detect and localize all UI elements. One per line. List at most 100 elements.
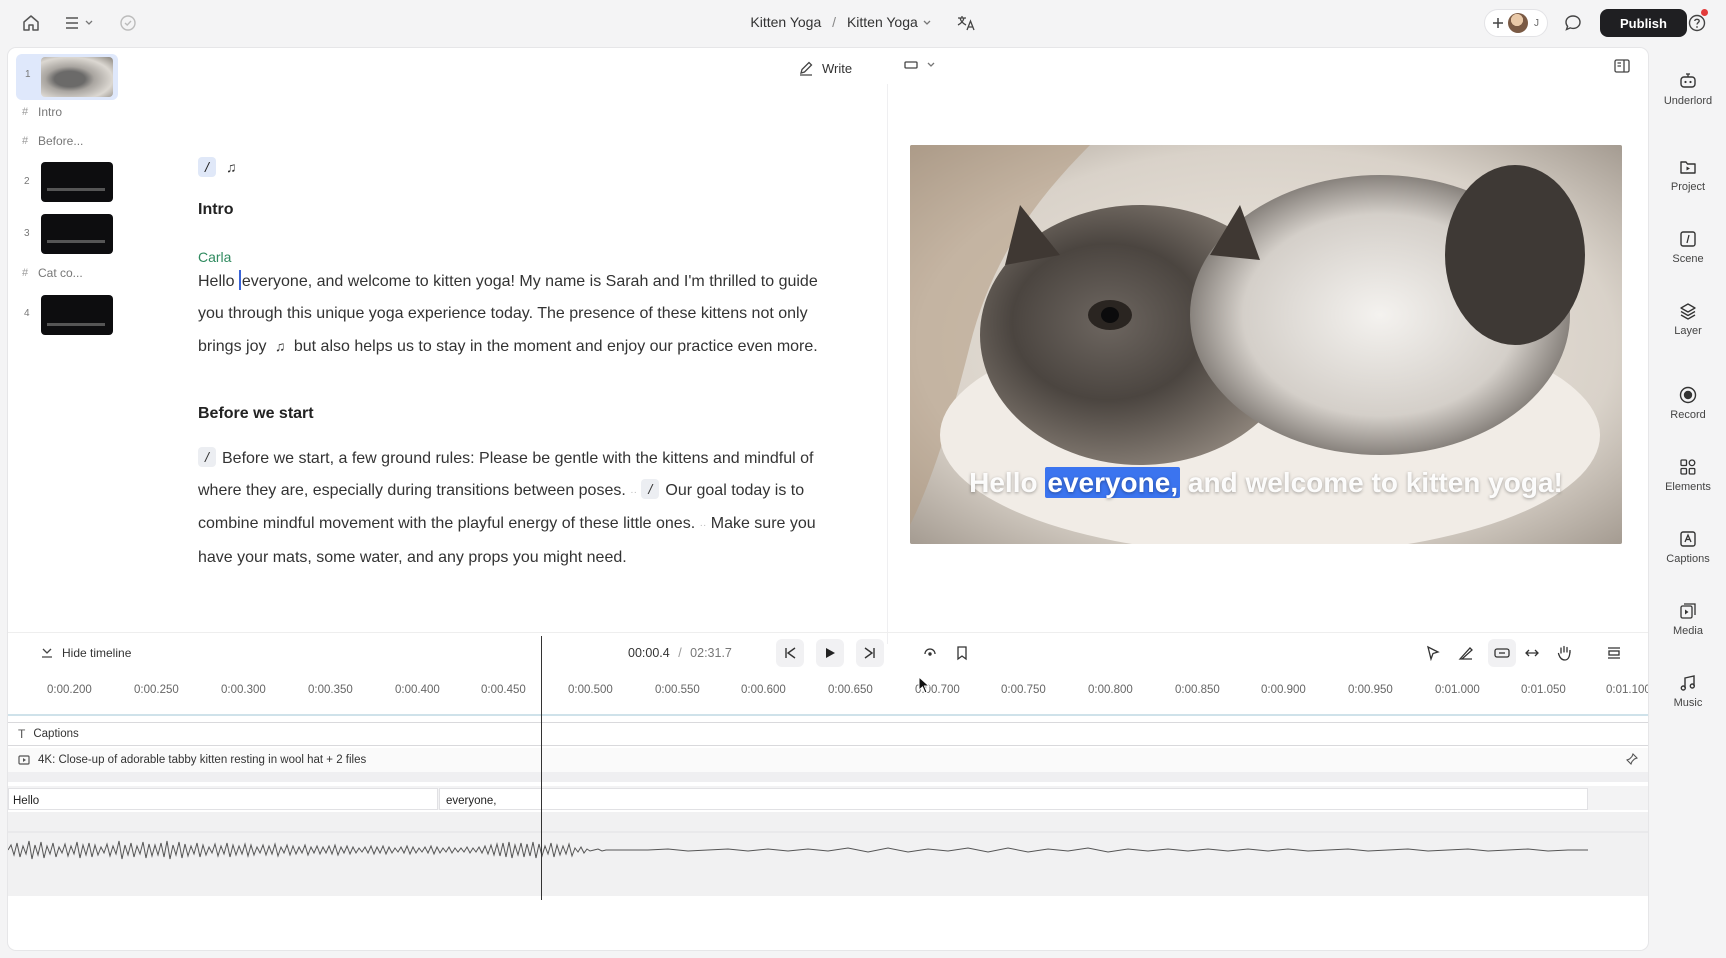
captions-track[interactable]: T Captions [8, 722, 1648, 746]
caption-active-word: everyone, [1045, 467, 1181, 498]
caption-text: and welcome to kitten yoga! [1180, 467, 1563, 498]
pin-icon[interactable] [1626, 753, 1638, 765]
skip-forward-icon[interactable] [856, 639, 884, 667]
captions-track-label: Captions [33, 728, 79, 740]
scene-heading-intro[interactable]: Intro [38, 105, 62, 119]
sidebar-item-label: Underlord [1663, 95, 1713, 107]
music-note-icon[interactable]: ♫ [226, 159, 237, 175]
text-track-icon: T [18, 727, 26, 741]
ripple-tool-icon[interactable] [1488, 639, 1516, 667]
media-track-label: 4K: Close-up of adorable tabby kitten re… [38, 754, 367, 766]
script-paragraph-before[interactable]: / Before we start, a few ground rules: Pl… [198, 443, 838, 573]
select-tool-icon[interactable] [1425, 645, 1441, 661]
video-preview[interactable]: Hello everyone, and welcome to kitten yo… [910, 145, 1622, 544]
bookmark-icon[interactable] [955, 645, 969, 661]
scene-number: 1 [25, 69, 31, 80]
timeline-settings-icon[interactable] [1606, 645, 1622, 661]
slash-command-icon[interactable]: / [641, 478, 660, 499]
sidebar-item-label: Elements [1665, 481, 1711, 493]
scene-heading-cat[interactable]: Cat co... [38, 266, 83, 280]
caption-overlay[interactable]: Hello everyone, and welcome to kitten yo… [910, 467, 1622, 499]
scene-1[interactable]: 1 [16, 54, 118, 100]
chevron-down-icon[interactable] [922, 19, 934, 27]
publish-button[interactable]: Publish [1600, 9, 1687, 37]
avatar-initial: J [1534, 17, 1539, 29]
sidebar-item-label: Music [1673, 697, 1703, 709]
audio-waveform[interactable] [8, 812, 1648, 896]
collaborators[interactable]: J [1484, 9, 1548, 37]
script-text: Hello [198, 273, 239, 290]
write-label: Write [822, 60, 853, 76]
ruler-tick: 0:00.550 [655, 684, 700, 696]
pause-marker[interactable]: ·· [700, 520, 707, 531]
sidebar-item-captions[interactable]: Captions [1650, 529, 1726, 565]
hand-tool-icon[interactable] [1557, 644, 1573, 662]
help-icon[interactable] [1686, 9, 1708, 34]
chevron-down-icon [926, 61, 936, 69]
sidebar-item-elements[interactable]: Elements [1650, 457, 1726, 493]
ruler-tick: 0:00.950 [1348, 684, 1393, 696]
speaker-label[interactable]: Carla [198, 249, 231, 265]
sidebar-item-label: Record [1670, 409, 1706, 421]
scene-3-thumbnail[interactable] [41, 214, 113, 254]
slash-command-icon[interactable]: / [198, 157, 216, 177]
breadcrumb-project[interactable]: Kitten Yoga [750, 14, 821, 30]
scene-2-thumbnail[interactable] [41, 162, 113, 202]
hash-icon: # [22, 106, 29, 118]
breadcrumb-separator: / [832, 14, 837, 30]
ruler-tick: 0:00.350 [308, 684, 353, 696]
script-paragraph-intro[interactable]: Hello everyone, and welcome to kitten yo… [198, 266, 838, 363]
caption-text: Hello [969, 467, 1046, 498]
sidebar-item-label: Project [1670, 181, 1706, 193]
word-clip-label: Hello [13, 795, 40, 807]
breadcrumb-composition[interactable]: Kitten Yoga [847, 14, 918, 30]
hash-icon: # [22, 267, 29, 279]
mouse-cursor-icon [918, 676, 930, 694]
loop-icon[interactable] [922, 645, 938, 661]
word-clip[interactable]: Hello [8, 788, 438, 810]
time-separator: / [678, 646, 682, 660]
stretch-tool-icon[interactable] [1524, 645, 1540, 661]
top-bar: Kitten Yoga / Kitten Yoga J Publish [0, 0, 1726, 46]
skip-back-icon[interactable] [776, 639, 804, 667]
play-icon[interactable] [816, 639, 844, 667]
sidebar-item-music[interactable]: Music [1650, 673, 1726, 709]
comments-icon[interactable] [1563, 13, 1583, 33]
write-mode-button[interactable]: Write [798, 60, 852, 76]
pause-marker[interactable]: ·· [630, 487, 637, 498]
ruler-tick: 0:00.900 [1261, 684, 1306, 696]
ruler-tick: 0:00.300 [221, 684, 266, 696]
record-icon [1679, 386, 1697, 404]
home-icon[interactable] [20, 13, 42, 33]
sidebar-item-underlord[interactable]: Underlord [1650, 71, 1726, 107]
playhead[interactable] [541, 636, 542, 900]
word-clip-label: everyone, [446, 795, 497, 807]
slash-command-icon[interactable]: / [198, 447, 216, 467]
scene-thumbnail [41, 57, 113, 97]
sidebar-item-project[interactable]: Project [1650, 157, 1726, 193]
sidebar-item-layer[interactable]: Layer [1650, 301, 1726, 337]
aspect-ratio-dropdown[interactable] [904, 60, 936, 70]
menu-icon[interactable] [62, 13, 98, 33]
music-icon [1680, 675, 1696, 691]
track-gap [8, 772, 1648, 782]
music-note-icon[interactable]: ♫ [275, 338, 286, 354]
ruler-baseline [8, 714, 1648, 716]
panel-divider [887, 84, 888, 644]
scene-tools: / ♫ [198, 157, 237, 177]
sidebar-item-media[interactable]: Media [1650, 601, 1726, 637]
hide-timeline-button[interactable]: Hide timeline [40, 646, 131, 660]
sidebar-item-scene[interactable]: Scene [1650, 229, 1726, 265]
ruler-tick: 0:00.600 [741, 684, 786, 696]
media-track[interactable]: 4K: Close-up of adorable tabby kitten re… [8, 748, 1648, 772]
toggle-panel-icon[interactable] [1613, 58, 1631, 74]
timeline-ruler[interactable]: 0:00.200 0:00.250 0:00.300 0:00.350 0:00… [8, 684, 1648, 714]
word-clip[interactable]: everyone, [439, 788, 1588, 810]
scene-number: 4 [24, 308, 30, 319]
sidebar-item-record[interactable]: Record [1650, 385, 1726, 421]
blade-tool-icon[interactable] [1458, 645, 1474, 661]
scene-4-thumbnail[interactable] [41, 295, 113, 335]
translate-icon[interactable] [956, 14, 976, 32]
scene-heading-before[interactable]: Before... [38, 134, 83, 148]
add-collaborator-icon[interactable] [1491, 16, 1505, 30]
